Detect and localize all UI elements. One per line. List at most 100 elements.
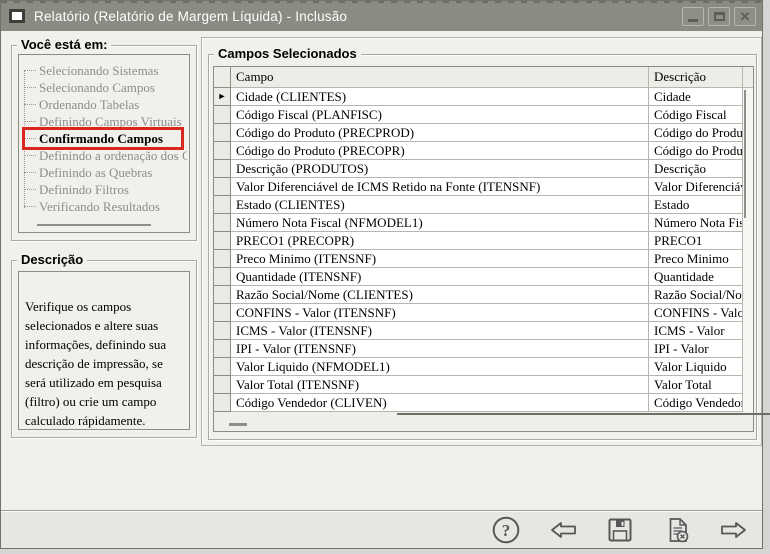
cell-descricao[interactable]: Código Vendedor — [649, 394, 743, 412]
cell-campo[interactable]: Descrição (PRODUTOS) — [231, 160, 649, 178]
cell-campo[interactable]: Preco Minimo (ITENSNF) — [231, 250, 649, 268]
row-selector-cell[interactable] — [214, 286, 231, 304]
table-row[interactable]: CONFINS - Valor (ITENSNF)CONFINS - Valor — [214, 304, 753, 322]
cell-descricao[interactable]: Código do Produto — [649, 124, 743, 142]
row-selector-cell[interactable] — [214, 232, 231, 250]
minimize-button[interactable] — [682, 7, 704, 26]
titlebar[interactable]: Relatório (Relatório de Margem Líquida) … — [1, 1, 762, 31]
forward-button[interactable] — [717, 513, 751, 547]
wizard-step[interactable]: Definindo Campos Virtuais — [23, 113, 187, 130]
close-icon: ✕ — [740, 10, 751, 23]
cell-descricao[interactable]: Código do Produto — [649, 142, 743, 160]
cell-campo[interactable]: Código do Produto (PRECPROD) — [231, 124, 649, 142]
table-row[interactable]: Código Fiscal (PLANFISC)Código Fiscal — [214, 106, 753, 124]
cell-campo[interactable]: Código do Produto (PRECOPR) — [231, 142, 649, 160]
row-selector-cell[interactable] — [214, 322, 231, 340]
cell-descricao[interactable]: Valor Liquido — [649, 358, 743, 376]
row-selector-cell[interactable] — [214, 142, 231, 160]
cell-campo[interactable]: Estado (CLIENTES) — [231, 196, 649, 214]
grid-vscrollbar[interactable] — [744, 90, 746, 218]
cell-campo[interactable]: Quantidade (ITENSNF) — [231, 268, 649, 286]
table-row[interactable]: Valor Total (ITENSNF)Valor Total — [214, 376, 753, 394]
row-selector-cell[interactable] — [214, 178, 231, 196]
cell-descricao[interactable]: Valor Diferenciável — [649, 178, 743, 196]
cell-campo[interactable]: Número Nota Fiscal (NFMODEL1) — [231, 214, 649, 232]
wizard-step-label: Ordenando Tabelas — [39, 97, 139, 113]
cell-descricao[interactable]: Valor Total — [649, 376, 743, 394]
cell-campo[interactable]: IPI - Valor (ITENSNF) — [231, 340, 649, 358]
cell-descricao[interactable]: CONFINS - Valor — [649, 304, 743, 322]
table-row[interactable]: Quantidade (ITENSNF)Quantidade — [214, 268, 753, 286]
cell-descricao[interactable]: Número Nota Fiscal — [649, 214, 743, 232]
row-selector-cell[interactable] — [214, 214, 231, 232]
cell-descricao[interactable]: IPI - Valor — [649, 340, 743, 358]
cell-descricao[interactable]: Quantidade — [649, 268, 743, 286]
cell-campo[interactable]: Cidade (CLIENTES) — [231, 88, 649, 106]
table-row[interactable]: PRECO1 (PRECOPR)PRECO1 — [214, 232, 753, 250]
cell-descricao[interactable]: Descrição — [649, 160, 743, 178]
table-row[interactable]: Código do Produto (PRECOPR)Código do Pro… — [214, 142, 753, 160]
cell-campo[interactable]: Valor Diferenciável de ICMS Retido na Fo… — [231, 178, 649, 196]
row-selector-cell[interactable] — [214, 250, 231, 268]
wizard-step[interactable]: Definindo a ordenação dos Campos — [23, 147, 187, 164]
table-row[interactable]: ►Cidade (CLIENTES)Cidade — [214, 88, 753, 106]
wizard-step[interactable]: Verificando Resultados — [23, 198, 187, 215]
help-button[interactable]: ? — [489, 513, 523, 547]
cell-descricao[interactable]: PRECO1 — [649, 232, 743, 250]
cell-descricao[interactable]: Estado — [649, 196, 743, 214]
cell-campo[interactable]: ICMS - Valor (ITENSNF) — [231, 322, 649, 340]
table-row[interactable]: Valor Liquido (NFMODEL1)Valor Liquido — [214, 358, 753, 376]
cell-campo[interactable]: Valor Total (ITENSNF) — [231, 376, 649, 394]
grid-hscrollbar[interactable] — [229, 423, 247, 426]
row-selector-cell[interactable] — [214, 268, 231, 286]
row-selector-cell[interactable] — [214, 358, 231, 376]
table-row[interactable]: Estado (CLIENTES)Estado — [214, 196, 753, 214]
close-button[interactable]: ✕ — [734, 7, 756, 26]
discard-record-button[interactable] — [660, 513, 694, 547]
row-selector-cell[interactable] — [214, 340, 231, 358]
cell-campo[interactable]: Código Vendedor (CLIVEN) — [231, 394, 649, 412]
cell-descricao[interactable]: ICMS - Valor — [649, 322, 743, 340]
wizard-step[interactable]: Selecionando Sistemas — [23, 62, 187, 79]
wizard-step[interactable]: Definindo as Quebras — [23, 164, 187, 181]
cell-campo[interactable]: CONFINS - Valor (ITENSNF) — [231, 304, 649, 322]
row-selector-cell[interactable] — [214, 124, 231, 142]
table-row[interactable]: Número Nota Fiscal (NFMODEL1)Número Nota… — [214, 214, 753, 232]
table-row[interactable]: Razão Social/Nome (CLIENTES)Razão Social… — [214, 286, 753, 304]
row-selector-cell[interactable] — [214, 160, 231, 178]
wizard-list-hscrollbar[interactable] — [37, 224, 151, 226]
table-row[interactable]: ICMS - Valor (ITENSNF)ICMS - Valor — [214, 322, 753, 340]
wizard-step[interactable]: Confirmando Campos — [23, 130, 187, 147]
back-button[interactable] — [546, 513, 580, 547]
table-row[interactable]: Valor Diferenciável de ICMS Retido na Fo… — [214, 178, 753, 196]
cell-campo[interactable]: Código Fiscal (PLANFISC) — [231, 106, 649, 124]
cell-descricao[interactable]: Razão Social/Nome — [649, 286, 743, 304]
table-row[interactable]: Descrição (PRODUTOS)Descrição — [214, 160, 753, 178]
wizard-step[interactable]: Definindo Filtros — [23, 181, 187, 198]
cell-descricao[interactable]: Código Fiscal — [649, 106, 743, 124]
row-selector-cell[interactable] — [214, 394, 231, 412]
description-groupbox: Descrição Verifique os campos selecionad… — [11, 260, 197, 438]
cell-descricao[interactable]: Preco Minimo — [649, 250, 743, 268]
cell-descricao[interactable]: Cidade — [649, 88, 743, 106]
save-button[interactable] — [603, 513, 637, 547]
row-selector-cell[interactable] — [214, 106, 231, 124]
table-row[interactable]: IPI - Valor (ITENSNF)IPI - Valor — [214, 340, 753, 358]
cell-campo[interactable]: Razão Social/Nome (CLIENTES) — [231, 286, 649, 304]
wizard-step[interactable]: Ordenando Tabelas — [23, 96, 187, 113]
grid-header-campo[interactable]: Campo — [231, 67, 649, 88]
row-selector-cell[interactable] — [214, 304, 231, 322]
maximize-button[interactable] — [708, 7, 730, 26]
table-row[interactable]: Código do Produto (PRECPROD)Código do Pr… — [214, 124, 753, 142]
window-system-icon[interactable] — [9, 9, 25, 23]
table-row[interactable]: Preco Minimo (ITENSNF)Preco Minimo — [214, 250, 753, 268]
row-gap — [743, 232, 753, 250]
grid-header-descricao[interactable]: Descrição — [649, 67, 743, 88]
row-selector-cell[interactable] — [214, 196, 231, 214]
wizard-step[interactable]: Selecionando Campos — [23, 79, 187, 96]
row-selector-cell[interactable] — [214, 376, 231, 394]
row-selector-cell[interactable]: ► — [214, 88, 231, 106]
cell-campo[interactable]: Valor Liquido (NFMODEL1) — [231, 358, 649, 376]
cell-campo[interactable]: PRECO1 (PRECOPR) — [231, 232, 649, 250]
table-row[interactable]: Código Vendedor (CLIVEN)Código Vendedor — [214, 394, 753, 412]
